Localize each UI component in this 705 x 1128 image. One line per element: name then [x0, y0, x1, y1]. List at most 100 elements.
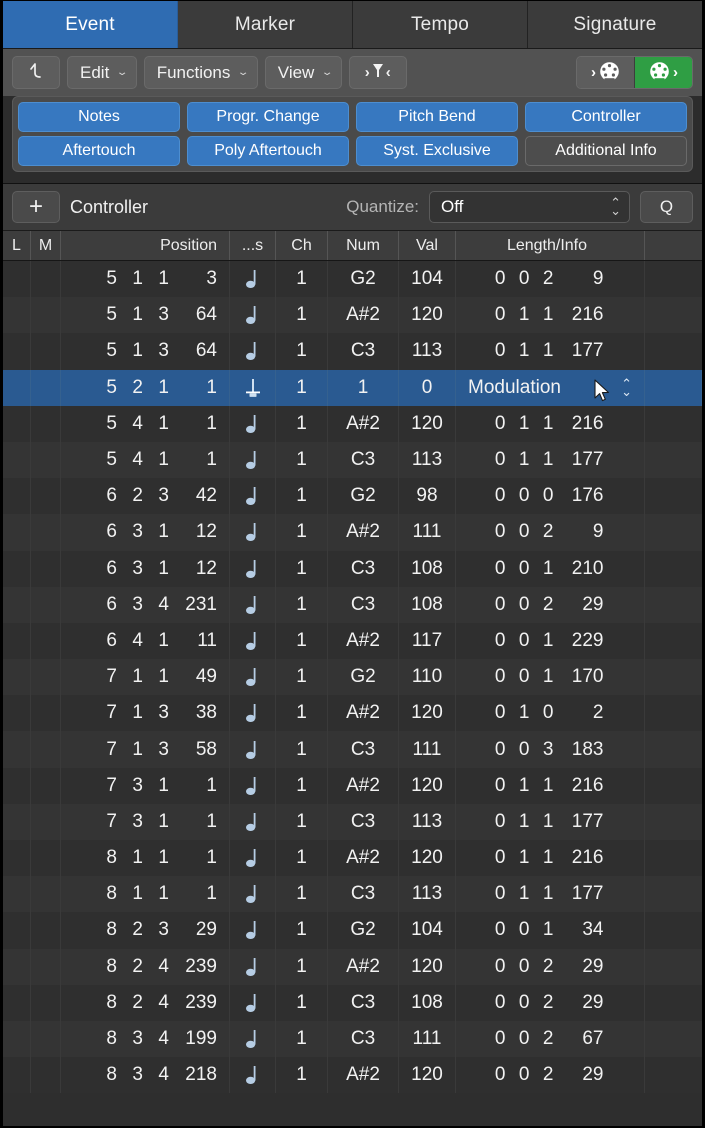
- cell-channel[interactable]: 1: [276, 768, 328, 804]
- cell-loop[interactable]: [3, 370, 31, 406]
- cell-position[interactable]: 5113: [61, 261, 230, 297]
- tab-marker[interactable]: Marker: [178, 1, 353, 48]
- cell-position[interactable]: 82329: [61, 912, 230, 948]
- cell-status[interactable]: [230, 297, 276, 333]
- cell-channel[interactable]: 1: [276, 406, 328, 442]
- cell-number[interactable]: A#2: [328, 840, 399, 876]
- cell-value[interactable]: 120: [399, 768, 456, 804]
- cell-number[interactable]: C3: [328, 1021, 399, 1057]
- cell-mute[interactable]: [31, 659, 61, 695]
- cell-status[interactable]: [230, 659, 276, 695]
- cell-number[interactable]: A#2: [328, 949, 399, 985]
- table-row[interactable]: 641111A#2117001229: [3, 623, 702, 659]
- cell-value[interactable]: 120: [399, 297, 456, 333]
- cell-number[interactable]: A#2: [328, 695, 399, 731]
- cell-status[interactable]: [230, 912, 276, 948]
- cell-extra[interactable]: [645, 731, 702, 767]
- cell-length-info[interactable]: 0029: [456, 514, 645, 550]
- column-header-number[interactable]: Num: [328, 231, 399, 260]
- cell-extra[interactable]: [645, 551, 702, 587]
- cell-number[interactable]: 1: [328, 370, 399, 406]
- cell-mute[interactable]: [31, 370, 61, 406]
- controller-name-field[interactable]: Modulation⌃⌄: [456, 377, 644, 399]
- cell-mute[interactable]: [31, 623, 61, 659]
- cell-loop[interactable]: [3, 1021, 31, 1057]
- cell-status[interactable]: [230, 261, 276, 297]
- cell-value[interactable]: 120: [399, 1057, 456, 1093]
- column-header-loop[interactable]: L: [3, 231, 31, 260]
- cell-extra[interactable]: [645, 659, 702, 695]
- cell-position[interactable]: 71338: [61, 695, 230, 731]
- table-row[interactable]: 5211110Modulation⌃⌄: [3, 370, 702, 406]
- cell-status[interactable]: [230, 1057, 276, 1093]
- cell-length-info[interactable]: 000176: [456, 478, 645, 514]
- cell-extra[interactable]: [645, 370, 702, 406]
- tab-tempo[interactable]: Tempo: [353, 1, 528, 48]
- cell-number[interactable]: A#2: [328, 406, 399, 442]
- cell-status[interactable]: [230, 949, 276, 985]
- cell-loop[interactable]: [3, 1057, 31, 1093]
- column-header-length-info[interactable]: Length/Info: [456, 231, 645, 260]
- cell-mute[interactable]: [31, 1057, 61, 1093]
- cell-length-info[interactable]: 001210: [456, 551, 645, 587]
- cell-mute[interactable]: [31, 297, 61, 333]
- cell-extra[interactable]: [645, 478, 702, 514]
- cell-extra[interactable]: [645, 1057, 702, 1093]
- cell-position[interactable]: 5211: [61, 370, 230, 406]
- cell-length-info[interactable]: 011216: [456, 406, 645, 442]
- cell-number[interactable]: C3: [328, 985, 399, 1021]
- table-row[interactable]: 713381A#21200102: [3, 695, 702, 731]
- cell-mute[interactable]: [31, 478, 61, 514]
- view-menu-button[interactable]: View ⌄: [265, 56, 342, 89]
- add-event-button[interactable]: +: [12, 191, 60, 223]
- table-row[interactable]: 8242391C310800229: [3, 985, 702, 1021]
- cell-extra[interactable]: [645, 695, 702, 731]
- cell-position[interactable]: 7311: [61, 804, 230, 840]
- cell-number[interactable]: G2: [328, 478, 399, 514]
- cell-position[interactable]: 8111: [61, 840, 230, 876]
- cell-number[interactable]: C3: [328, 442, 399, 478]
- cell-extra[interactable]: [645, 949, 702, 985]
- cell-loop[interactable]: [3, 949, 31, 985]
- table-row[interactable]: 713581C3111003183: [3, 731, 702, 767]
- cell-value[interactable]: 113: [399, 442, 456, 478]
- table-row[interactable]: 73111C3113011177: [3, 804, 702, 840]
- cell-loop[interactable]: [3, 623, 31, 659]
- table-row[interactable]: 81111A#2120011216: [3, 840, 702, 876]
- cell-value[interactable]: 108: [399, 587, 456, 623]
- cell-loop[interactable]: [3, 985, 31, 1021]
- cell-extra[interactable]: [645, 876, 702, 912]
- cell-extra[interactable]: [645, 840, 702, 876]
- cell-value[interactable]: 110: [399, 659, 456, 695]
- cell-length-info[interactable]: 003183: [456, 731, 645, 767]
- cell-value[interactable]: 111: [399, 514, 456, 550]
- cell-length-info[interactable]: 00267: [456, 1021, 645, 1057]
- table-row[interactable]: 54111C3113011177: [3, 442, 702, 478]
- quantize-apply-button[interactable]: Q: [640, 191, 693, 223]
- cell-status[interactable]: [230, 985, 276, 1021]
- cell-status[interactable]: [230, 406, 276, 442]
- cell-status[interactable]: [230, 876, 276, 912]
- cell-number[interactable]: G2: [328, 659, 399, 695]
- cell-status[interactable]: [230, 731, 276, 767]
- cell-extra[interactable]: [645, 768, 702, 804]
- cell-channel[interactable]: 1: [276, 442, 328, 478]
- cell-position[interactable]: 834199: [61, 1021, 230, 1057]
- cell-number[interactable]: C3: [328, 804, 399, 840]
- cell-value[interactable]: 111: [399, 1021, 456, 1057]
- cell-length-info[interactable]: 011177: [456, 804, 645, 840]
- cell-position[interactable]: 64111: [61, 623, 230, 659]
- cell-status[interactable]: [230, 587, 276, 623]
- filter-button-syst-exclusive[interactable]: Syst. Exclusive: [356, 136, 518, 166]
- midi-out-button[interactable]: ›: [635, 57, 692, 88]
- cell-extra[interactable]: [645, 261, 702, 297]
- cell-loop[interactable]: [3, 768, 31, 804]
- cell-number[interactable]: C3: [328, 876, 399, 912]
- filter-button-additional-info[interactable]: Additional Info: [525, 136, 687, 166]
- table-row[interactable]: 81111C3113011177: [3, 876, 702, 912]
- cell-status[interactable]: [230, 695, 276, 731]
- quantize-select[interactable]: Off ⌃ ⌄: [429, 191, 630, 223]
- cell-extra[interactable]: [645, 804, 702, 840]
- stepper-icon[interactable]: ⌃ ⌄: [610, 199, 621, 215]
- table-row[interactable]: 513641A#2120011216: [3, 297, 702, 333]
